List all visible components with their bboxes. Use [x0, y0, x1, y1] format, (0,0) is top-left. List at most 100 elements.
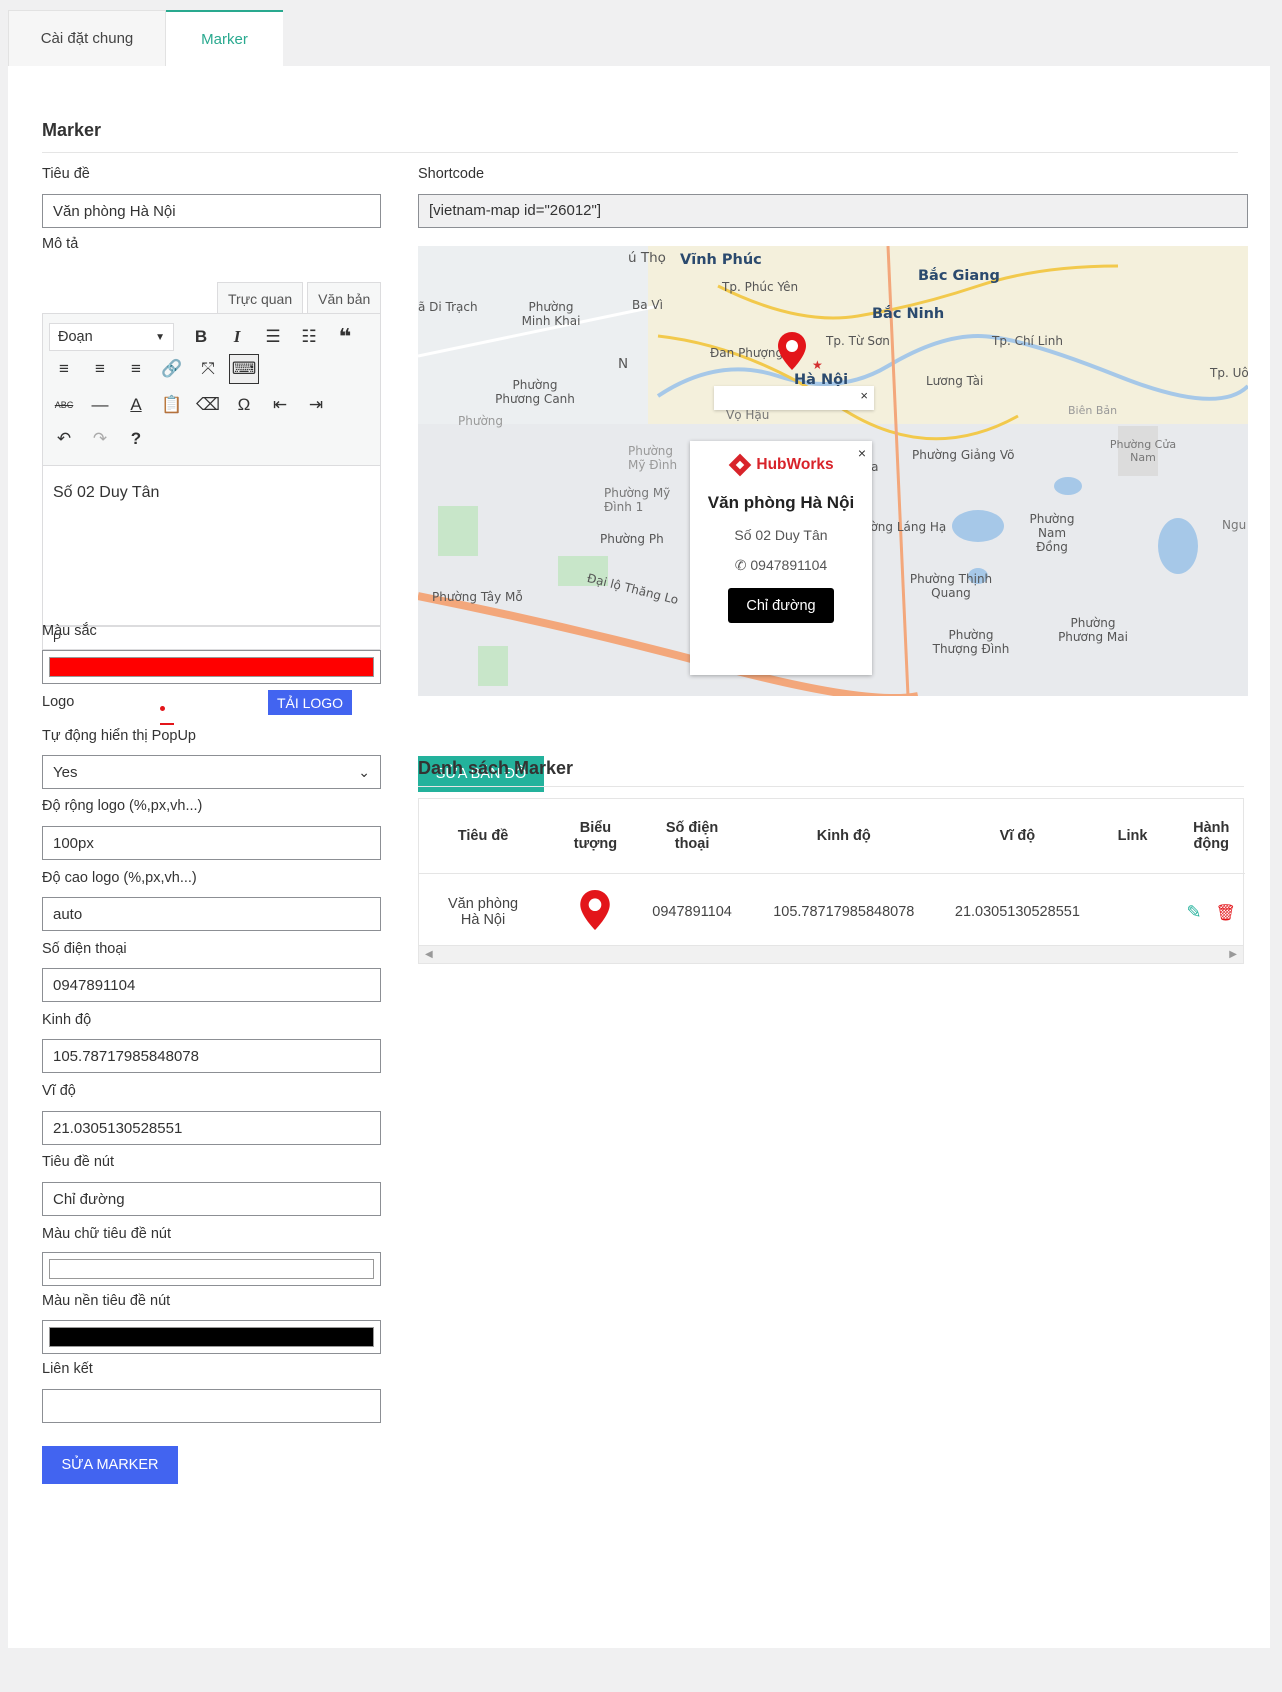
- logo-width-input[interactable]: [42, 826, 381, 860]
- map-label: Phường Thượng Đình: [932, 628, 1010, 656]
- popup-phone: ✆ 0947891104: [690, 557, 872, 574]
- color-label: Màu sắc: [42, 623, 97, 639]
- link-input[interactable]: [42, 1389, 381, 1423]
- phone-label: Số điện thoại: [42, 941, 127, 957]
- map-label: Tp. Uôn: [1210, 366, 1248, 380]
- edit-icon[interactable]: ✎: [1187, 902, 1202, 922]
- help-icon[interactable]: ?: [121, 424, 151, 454]
- update-marker-button[interactable]: SỬA MARKER: [42, 1446, 178, 1484]
- map-label: Lương Tài: [926, 374, 984, 388]
- phone-input[interactable]: [42, 968, 381, 1002]
- format-select[interactable]: Đoạn ▼: [49, 323, 174, 351]
- map-label: Phường Nam Đồng: [1029, 512, 1075, 554]
- table-row: Văn phòng Hà Nội 0947891104 105.78717985…: [419, 873, 1245, 951]
- latitude-input[interactable]: [42, 1111, 381, 1145]
- map-label: Vĩnh Phúc: [680, 252, 762, 268]
- delete-icon[interactable]: 🗑: [1216, 905, 1236, 922]
- auto-popup-select[interactable]: Yes ⌄: [42, 755, 381, 789]
- bullet-list-icon[interactable]: ☰: [258, 322, 288, 352]
- close-icon[interactable]: ×: [860, 388, 868, 403]
- chevron-down-icon: ⌄: [358, 763, 370, 780]
- logo-height-input[interactable]: [42, 897, 381, 931]
- link-label: Liên kết: [42, 1361, 93, 1377]
- map-pin-icon: [580, 890, 611, 931]
- map-label: Phường Cửa Nam: [1109, 438, 1177, 464]
- column-header: Biểu tượng: [547, 799, 644, 874]
- marker-popup: × HubWorks Văn phòng Hà Nội Số 02 Duy Tâ…: [690, 441, 872, 675]
- table-scrollbar[interactable]: ◀ ▶: [419, 945, 1243, 963]
- map-label: Biên Bản: [1068, 404, 1118, 417]
- blockquote-icon[interactable]: ❝: [330, 322, 360, 352]
- special-character-icon[interactable]: Ω: [229, 390, 259, 420]
- section-title: Marker: [42, 120, 102, 140]
- bold-icon[interactable]: B: [186, 322, 216, 352]
- description-editor[interactable]: Số 02 Duy Tân: [42, 466, 381, 626]
- directions-button[interactable]: Chỉ đường: [728, 588, 834, 623]
- horizontal-rule-icon[interactable]: —: [85, 390, 115, 420]
- tab-general-settings[interactable]: Cài đặt chung: [8, 10, 166, 66]
- button-bg-color-picker[interactable]: [42, 1320, 381, 1354]
- background-popup: ×: [714, 386, 874, 410]
- longitude-label: Kinh độ: [42, 1012, 92, 1028]
- color-picker[interactable]: [42, 650, 381, 684]
- button-text-color-picker[interactable]: [42, 1252, 381, 1286]
- close-icon[interactable]: ×: [858, 445, 866, 461]
- redo-icon[interactable]: ↷: [85, 424, 115, 454]
- editor-content: Số 02 Duy Tân: [53, 484, 160, 501]
- toolbar-row-3: ABC — A 📋 ⌫ Ω ⇤ ⇥: [49, 390, 331, 420]
- capital-star-icon: ★: [812, 358, 823, 372]
- tab-visual-editor[interactable]: Trực quan: [217, 282, 304, 314]
- map-preview[interactable]: ú Thọ Vĩnh Phúc Bắc Giang Tp. Phúc Yên B…: [418, 246, 1248, 696]
- button-title-input[interactable]: [42, 1182, 381, 1216]
- map-label: Bắc Ninh: [872, 306, 945, 322]
- map-label: Phường Ph: [600, 532, 664, 546]
- text-color-icon[interactable]: A: [121, 390, 151, 420]
- auto-popup-label: Tự động hiển thị PopUp: [42, 728, 196, 744]
- popup-title: Văn phòng Hà Nội: [707, 493, 855, 512]
- clear-formatting-icon[interactable]: ⌫: [193, 390, 223, 420]
- shortcode-field[interactable]: [vietnam-map id="26012"]: [418, 194, 1248, 228]
- align-center-icon[interactable]: ≡: [85, 354, 115, 384]
- outdent-icon[interactable]: ⇤: [265, 390, 295, 420]
- map-marker-icon[interactable]: [778, 332, 806, 374]
- map-label: N: [618, 356, 629, 372]
- marker-latitude-cell: 21.0305130528551: [954, 904, 1080, 921]
- map-label: Phường Tây Mỗ: [432, 590, 523, 604]
- map-label: Vọ Hậu: [726, 408, 770, 422]
- column-header: Tiêu đề: [419, 799, 548, 874]
- align-left-icon[interactable]: ≡: [49, 354, 79, 384]
- title-input[interactable]: [42, 194, 381, 228]
- strikethrough-icon[interactable]: ABC: [49, 390, 79, 420]
- indent-icon[interactable]: ⇥: [301, 390, 331, 420]
- hubworks-logo-icon: [729, 453, 752, 477]
- toolbar-toggle-icon[interactable]: ⌨: [229, 354, 259, 384]
- scroll-left-icon[interactable]: ◀: [425, 949, 433, 960]
- popup-logo: HubWorks: [690, 453, 872, 477]
- fullscreen-icon[interactable]: ⤧: [193, 354, 223, 384]
- map-label: Phường: [458, 414, 504, 428]
- marker-table: Tiêu đề Biểu tượng Số điện thoại Kinh độ…: [418, 798, 1245, 964]
- upload-logo-button[interactable]: TẢI LOGO: [268, 690, 352, 715]
- marker-icon-cell: [547, 873, 644, 951]
- numbered-list-icon[interactable]: ☷: [294, 322, 324, 352]
- link-icon[interactable]: 🔗: [157, 354, 187, 384]
- map-label: Tp. Từ Sơn: [826, 334, 890, 348]
- map-label: Đan Phượng: [710, 346, 784, 360]
- marker-link-cell: [1088, 873, 1178, 951]
- map-label: Phường Mỹ Đình 1: [604, 486, 671, 514]
- italic-icon[interactable]: I: [222, 322, 252, 352]
- undo-icon[interactable]: ↶: [49, 424, 79, 454]
- paste-text-icon[interactable]: 📋: [157, 390, 187, 420]
- toolbar-row-2: ≡ ≡ ≡ 🔗 ⤧ ⌨: [49, 354, 259, 384]
- brand-name: HubWorks: [756, 456, 834, 473]
- table-header-row: Tiêu đề Biểu tượng Số điện thoại Kinh độ…: [419, 799, 1245, 874]
- align-right-icon[interactable]: ≡: [121, 354, 151, 384]
- settings-panel: Marker Tiêu đề Mô tả Trực quan Văn bản Đ…: [8, 66, 1270, 1648]
- map-label: Bắc Giang: [918, 268, 1000, 284]
- map-label: Phường Phương Canh: [495, 378, 575, 406]
- longitude-input[interactable]: [42, 1039, 381, 1073]
- tab-marker[interactable]: Marker: [166, 10, 283, 66]
- tab-text-editor[interactable]: Văn bản: [307, 282, 382, 314]
- scroll-right-icon[interactable]: ▶: [1229, 949, 1237, 960]
- marker-title-cell: Văn phòng Hà Nội: [447, 896, 519, 929]
